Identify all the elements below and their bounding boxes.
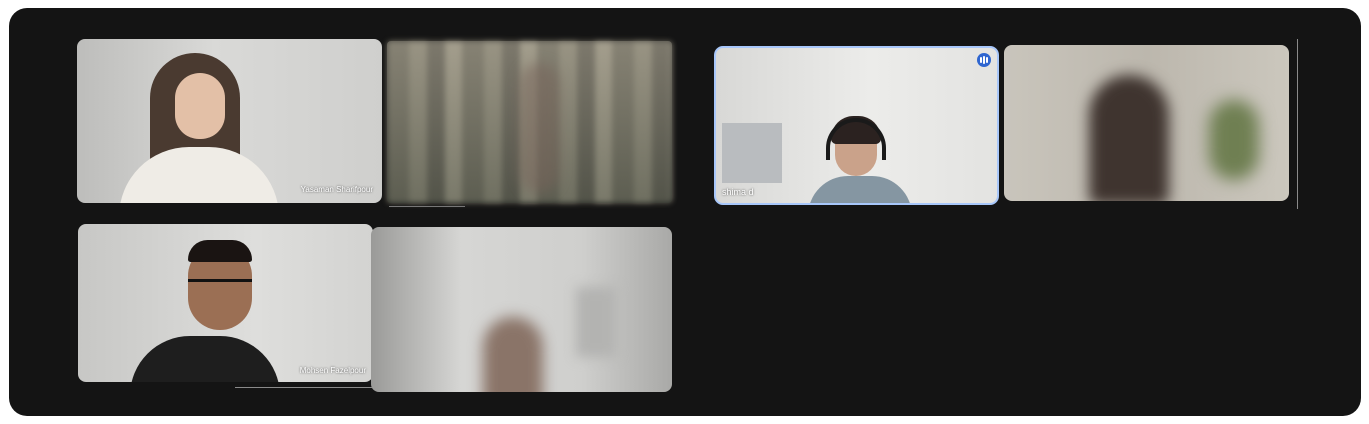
audio-level-icon xyxy=(977,53,991,67)
participant-name: Mohsen Fazelpour xyxy=(299,366,366,375)
video-tile-yasaman[interactable]: Yasaman Sharifpour xyxy=(77,39,382,203)
participant-silhouette xyxy=(1089,75,1169,201)
participant-silhouette xyxy=(175,73,225,139)
video-tile-blurred[interactable] xyxy=(371,227,672,392)
participant-silhouette xyxy=(130,336,280,382)
divider xyxy=(235,387,373,388)
divider xyxy=(1297,39,1298,209)
participant-silhouette xyxy=(808,176,912,203)
participant-name: Yasaman Sharifpour xyxy=(300,185,373,194)
video-tile-mohsen[interactable]: Mohsen Fazelpour xyxy=(78,224,373,382)
participant-silhouette xyxy=(188,240,252,262)
background-door xyxy=(576,287,616,357)
participant-silhouette xyxy=(483,317,543,392)
background-window xyxy=(722,123,782,183)
participant-silhouette xyxy=(519,63,559,193)
divider xyxy=(389,206,465,207)
participant-silhouette xyxy=(119,147,279,203)
video-tile-blurred[interactable] xyxy=(1004,45,1289,201)
meeting-grid: Yasaman Sharifpour shima d Mohsen Fazelp… xyxy=(9,8,1361,416)
participant-silhouette xyxy=(188,279,252,293)
participant-name: shima d xyxy=(722,187,754,197)
background-plant xyxy=(1209,100,1259,180)
video-tile-shima[interactable]: shima d xyxy=(714,46,999,205)
